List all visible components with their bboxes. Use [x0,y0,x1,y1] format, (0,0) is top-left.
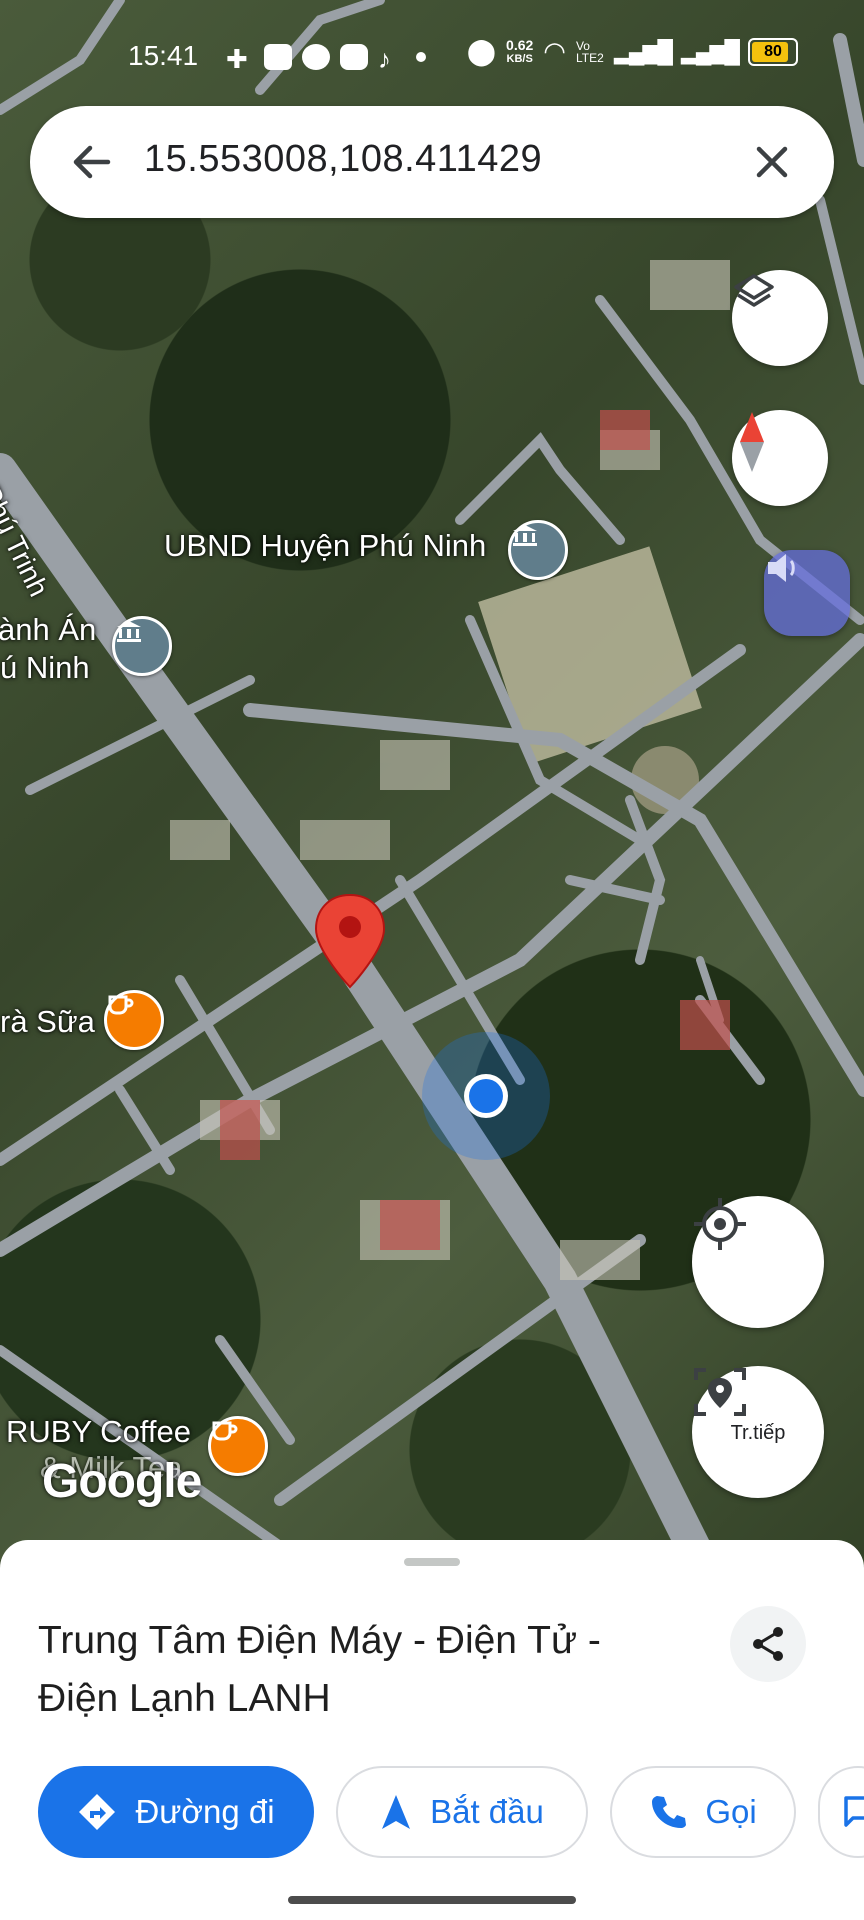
sheet-drag-handle[interactable] [404,1558,460,1566]
compass-icon [740,412,764,472]
location-icon: ⬤ [466,36,497,66]
live-view-icon [694,1368,746,1416]
action-chips: Đường đi Bắt đầu Gọi [38,1766,864,1858]
map-label-ubnd[interactable]: UBND Huyện Phú Ninh [164,528,486,564]
signal-icon-2: ▂▄▆█ [680,38,740,64]
map-label-ruby[interactable]: RUBY Coffee [6,1414,191,1450]
map-label-left-top[interactable]: ành Án [0,612,96,648]
map-view[interactable]: UBND Huyện Phú Ninh ành Án ú Ninh Phú Tr… [0,0,864,1560]
start-button[interactable]: Bắt đầu [336,1766,588,1858]
place-bottom-sheet[interactable]: Trung Tâm Điện Máy - Điện Tử - Điện Lạnh… [0,1540,864,1920]
dot-icon [416,52,426,62]
map-label-tra-sua[interactable]: rà Sữa [0,1004,95,1040]
share-button[interactable] [730,1606,806,1682]
call-label: Gọi [705,1793,757,1830]
live-view-label: Tr.tiếp [730,1421,786,1444]
status-bar: 15:41 ✚ ♪ ⬤ 0.62 KB/S ◠ Vo LTE2 ▂▄▆█ ▂▄▆… [0,0,864,110]
phone-icon [652,1796,687,1828]
start-label: Bắt đầu [430,1793,544,1830]
google-logo: Google [42,1455,202,1508]
clear-search-button[interactable] [744,134,800,190]
status-time: 15:41 [128,40,199,71]
close-icon [756,146,788,178]
back-arrow-icon [73,145,111,179]
network-speed-value: 0.62 [506,36,534,53]
zalo-icon [264,44,292,70]
wifi-icon: ◠ [543,36,566,66]
my-location-icon [694,1198,746,1250]
directions-label: Đường đi [135,1793,275,1830]
government-icon[interactable] [112,616,172,676]
network-speed: 0.62 KB/S [506,38,533,66]
live-view-button[interactable]: Tr.tiếp [692,1366,824,1498]
my-location-dot [469,1079,503,1113]
navigation-icon [382,1795,411,1829]
call-button[interactable]: Gọi [610,1766,796,1858]
share-icon [753,1627,783,1661]
search-input[interactable]: 15.553008,108.411429 [144,138,542,181]
directions-button[interactable]: Đường đi [38,1766,314,1858]
government-icon[interactable] [508,520,568,580]
my-location-button[interactable] [692,1196,824,1328]
directions-icon [79,1794,116,1830]
status-right: ⬤ 0.62 KB/S ◠ Vo LTE2 ▂▄▆█ ▂▄▆█ 80 [467,36,798,67]
cafe-icon[interactable] [208,1416,268,1476]
map-label-left-bottom[interactable]: ú Ninh [0,650,90,686]
message-icon [844,1796,864,1827]
tiktok-icon: ♪ [378,44,391,74]
layers-button[interactable] [732,270,828,366]
compass-button[interactable] [732,410,828,506]
place-title: Trung Tâm Điện Máy - Điện Tử - Điện Lạnh… [38,1619,601,1720]
cafe-icon[interactable] [104,990,164,1050]
volume-icon [768,554,795,582]
layers-icon [734,274,774,307]
signal-icon: ▂▄▆█ [613,38,673,64]
add-contact-icon: ✚ [226,44,248,74]
messenger-icon [302,44,330,70]
message-button[interactable] [818,1766,864,1858]
notification-icons: ✚ ♪ [226,42,426,74]
map-roads [0,0,864,1560]
youtube-icon [340,44,368,70]
volte-label: Vo LTE2 [575,38,604,65]
back-button[interactable] [64,134,120,190]
network-speed-unit: KB/S [506,52,533,65]
battery-icon: 80 [748,37,798,66]
volume-button[interactable] [764,550,850,636]
home-indicator[interactable] [288,1896,576,1904]
search-bar[interactable]: 15.553008,108.411429 [30,106,834,218]
battery-level: 80 [764,42,782,60]
